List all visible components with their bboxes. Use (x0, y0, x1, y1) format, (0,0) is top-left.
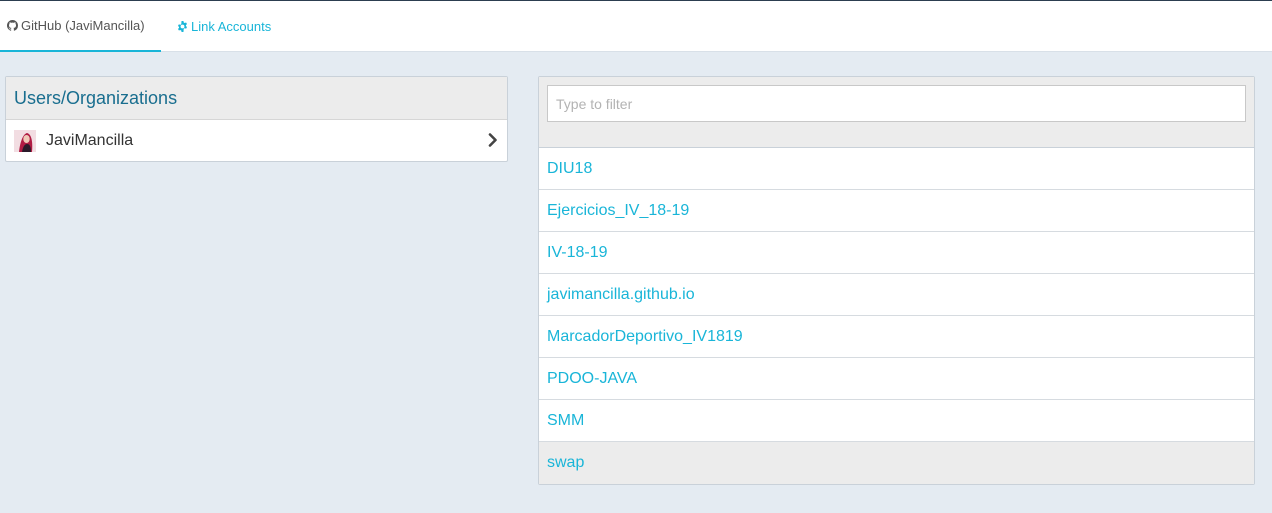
filter-bar (539, 77, 1254, 148)
repo-item[interactable]: javimancilla.github.io (539, 274, 1254, 316)
top-nav: GitHub (JaviMancilla) Link Accounts (0, 0, 1272, 52)
user-item-javimancilla[interactable]: JaviMancilla (6, 120, 507, 161)
users-panel: Users/Organizations JaviMancilla (5, 76, 508, 162)
users-panel-heading: Users/Organizations (6, 77, 507, 120)
tab-github-label: GitHub (JaviMancilla) (21, 18, 145, 33)
repo-item-selected[interactable]: swap (539, 442, 1254, 484)
repo-item[interactable]: PDOO-JAVA (539, 358, 1254, 400)
repo-item[interactable]: Ejercicios_IV_18-19 (539, 190, 1254, 232)
repo-list: DIU18 Ejercicios_IV_18-19 IV-18-19 javim… (539, 148, 1254, 484)
tab-link-accounts[interactable]: Link Accounts (177, 1, 271, 52)
repo-item[interactable]: MarcadorDeportivo_IV1819 (539, 316, 1254, 358)
repo-item[interactable]: SMM (539, 400, 1254, 442)
repo-item[interactable]: IV-18-19 (539, 232, 1254, 274)
github-icon (7, 20, 18, 31)
filter-input[interactable] (547, 85, 1246, 122)
repo-item[interactable]: DIU18 (539, 148, 1254, 190)
tab-link-accounts-label: Link Accounts (191, 19, 272, 34)
repos-panel: DIU18 Ejercicios_IV_18-19 IV-18-19 javim… (538, 76, 1255, 485)
gear-icon (177, 21, 188, 32)
avatar (14, 129, 36, 152)
user-name: JaviMancilla (46, 131, 134, 149)
chevron-right-icon (488, 133, 497, 147)
tab-github[interactable]: GitHub (JaviMancilla) (0, 1, 161, 52)
